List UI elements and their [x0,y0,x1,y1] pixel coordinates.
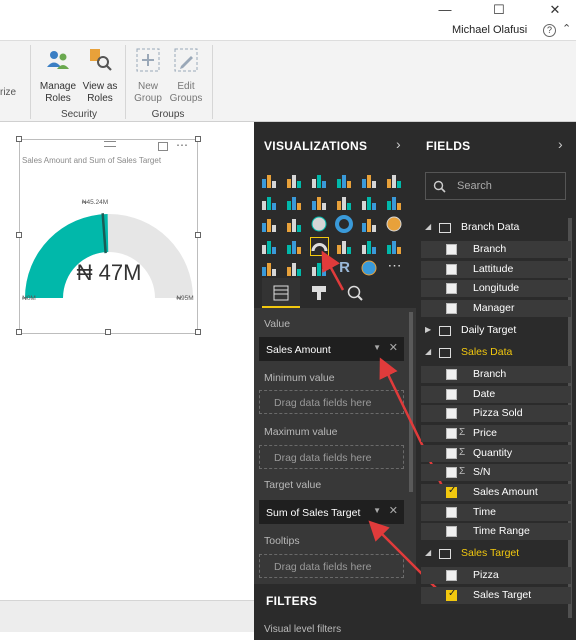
field-name: Manager [473,302,515,315]
field-checkbox[interactable] [446,388,457,400]
field-checkbox[interactable] [446,447,457,459]
chevron-down-icon[interactable]: ◢ [425,548,431,557]
field-name: Longitude [473,282,520,295]
field-item[interactable]: Sales Target [421,586,571,604]
field-item[interactable]: Branch [421,241,571,258]
table-header[interactable]: ▶ Daily Target [421,322,571,340]
chevron-down-icon[interactable]: ◢ [425,222,431,231]
field-name: Branch [473,243,507,255]
field-item[interactable]: Σ Quantity [421,444,571,462]
field-item[interactable]: Lattitude [421,260,571,278]
field-item[interactable]: Pizza Sold [421,405,571,423]
field-checkbox[interactable] [446,485,457,498]
field-name: Pizza Sold [473,407,523,420]
field-name: Quantity [473,446,513,459]
field-name: Price [473,426,497,439]
field-checkbox[interactable] [446,303,457,315]
field-name: Date [473,387,496,400]
field-name: Pizza [473,569,499,582]
field-name: Time [473,505,496,518]
field-item[interactable]: Manager [421,300,571,318]
field-name: Lattitude [473,262,514,275]
field-checkbox[interactable] [446,283,457,295]
field-checkbox[interactable] [446,408,457,420]
field-item[interactable]: Time Range [421,523,571,541]
sigma-icon: Σ [459,466,466,478]
table-name: Sales Target [461,547,520,560]
table-name: Sales Data [461,345,513,358]
chevron-right-icon[interactable]: ▶ [425,325,431,334]
field-checkbox[interactable] [446,588,457,601]
field-checkbox[interactable] [446,526,457,538]
table-header[interactable]: ◢ Sales Target [421,545,571,563]
field-item[interactable]: Σ S/N [421,464,571,482]
sigma-icon: Σ [459,446,466,458]
field-item[interactable]: Time [421,503,571,521]
field-item[interactable]: Branch [421,365,571,383]
field-item[interactable]: Σ Price [421,424,571,442]
field-checkbox[interactable] [446,467,457,479]
field-checkbox[interactable] [446,368,457,380]
field-name: Sales Target [473,588,532,601]
field-item[interactable]: Date [421,385,571,403]
field-checkbox[interactable] [446,570,457,582]
chevron-down-icon[interactable]: ◢ [425,347,431,356]
annotation-arrows [321,250,448,599]
table-icon [439,549,451,560]
field-name: Sales Amount [473,486,538,498]
field-item[interactable]: Longitude [421,280,571,298]
table-name: Daily Target [461,323,517,336]
field-item[interactable]: Sales Amount [421,484,571,501]
table-header[interactable]: ◢ Sales Data [421,344,571,362]
field-name: Branch [473,367,507,380]
field-name: S/N [473,466,491,479]
arrow-to-gauge-icon [321,250,345,291]
field-checkbox[interactable] [446,263,457,275]
field-checkbox[interactable] [446,506,457,518]
table-name: Branch Data [461,221,520,233]
table-header[interactable]: ◢ Branch Data [421,219,571,237]
field-item[interactable]: Pizza [421,567,571,585]
field-checkbox[interactable] [446,427,457,439]
sigma-icon: Σ [459,426,466,438]
table-icon [439,325,451,336]
table-icon [439,347,451,358]
table-icon [439,223,451,233]
field-checkbox[interactable] [446,244,457,255]
field-name: Time Range [473,525,530,538]
